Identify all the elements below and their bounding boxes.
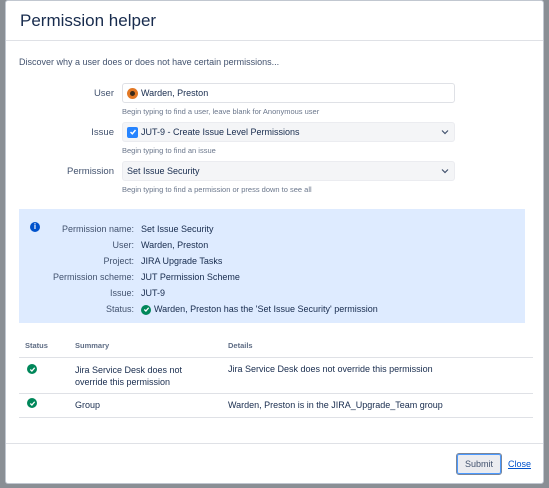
summary-cell: Jira Service Desk does not override this…	[75, 357, 228, 394]
permission-form: User Warden, Preston Begin typing to fin…	[19, 83, 525, 194]
project-key: Project:	[103, 256, 134, 266]
details-table: Status Summary Details Jira Service Desk…	[19, 335, 533, 418]
status-cell	[19, 393, 75, 418]
result-row: User: Warden, Preston	[19, 237, 525, 253]
dialog-header: Permission helper	[6, 1, 543, 41]
table-row: Jira Service Desk does not override this…	[19, 357, 533, 394]
chevron-down-icon	[441, 169, 449, 174]
issue-value: JUT-9 - Create Issue Level Permissions	[141, 127, 300, 137]
issue-label: Issue	[91, 127, 114, 138]
result-row: Permission name: Set Issue Security	[19, 221, 525, 237]
table-row: Group Warden, Preston is in the JIRA_Upg…	[19, 393, 533, 418]
table-header-row: Status Summary Details	[19, 335, 533, 358]
permission-helper-dialog: Permission helper Discover why a user do…	[5, 0, 544, 484]
user-field[interactable]: Warden, Preston	[122, 83, 455, 103]
issue-select[interactable]: JUT-9 - Create Issue Level Permissions	[122, 122, 455, 142]
result-row: Status: Warden, Preston has the 'Set Iss…	[19, 301, 525, 317]
details-cell: Jira Service Desk does not override this…	[228, 357, 533, 394]
issue-row: Issue JUT-9 - Create Issue Level Permiss…	[19, 122, 525, 155]
summary-column-header: Summary	[75, 335, 228, 358]
result-row: Project: JIRA Upgrade Tasks	[19, 253, 525, 269]
user-value: Warden, Preston	[141, 88, 209, 98]
check-circle-icon	[141, 304, 151, 315]
dialog-title: Permission helper	[20, 10, 157, 30]
issue-hint: Begin typing to find an issue	[122, 146, 216, 155]
check-circle-icon	[27, 398, 37, 408]
permission-name-value: Set Issue Security	[141, 224, 214, 234]
status-value: Warden, Preston has the 'Set Issue Secur…	[141, 301, 378, 317]
submit-button[interactable]: Submit	[455, 452, 502, 475]
permission-hint: Begin typing to find a permission or pre…	[122, 185, 312, 194]
check-circle-icon	[27, 364, 37, 374]
info-icon: i	[30, 222, 40, 232]
permission-value: Set Issue Security	[127, 166, 200, 176]
user-row: User Warden, Preston Begin typing to fin…	[19, 83, 525, 116]
permission-scheme-link[interactable]: JUT Permission Scheme	[141, 269, 240, 285]
task-checkbox-icon	[127, 126, 138, 138]
status-cell	[19, 357, 75, 394]
result-row: Permission scheme: JUT Permission Scheme	[19, 269, 525, 285]
summary-cell: Group	[75, 393, 228, 418]
permission-select[interactable]: Set Issue Security	[122, 161, 455, 181]
permission-row: Permission Set Issue Security Begin typi…	[19, 161, 525, 194]
issue-key: Issue:	[109, 288, 134, 298]
result-row: Issue: JUT-9	[19, 285, 525, 301]
details-column-header: Details	[228, 335, 533, 358]
chevron-down-icon	[441, 130, 449, 135]
intro-text: Discover why a user does or does not hav…	[19, 57, 280, 67]
details-cell: Warden, Preston is in the JIRA_Upgrade_T…	[228, 393, 533, 418]
user-avatar-icon	[127, 87, 138, 99]
dialog-footer: Submit Close	[6, 443, 543, 483]
status-key: Status:	[105, 304, 134, 314]
status-column-header: Status	[19, 335, 75, 358]
permission-label: Permission	[67, 166, 114, 177]
permission-scheme-key: Permission scheme:	[52, 272, 134, 282]
result-panel: i Permission name: Set Issue Security Us…	[19, 209, 525, 323]
close-link[interactable]: Close	[508, 459, 531, 469]
user-key: User:	[112, 240, 134, 250]
user-label: User	[93, 88, 114, 99]
issue-link[interactable]: JUT-9	[141, 285, 165, 301]
user-hint: Begin typing to find a user, leave blank…	[122, 107, 320, 116]
user-link[interactable]: Warden, Preston	[141, 237, 208, 253]
status-text: Warden, Preston has the 'Set Issue Secur…	[154, 304, 378, 314]
project-link[interactable]: JIRA Upgrade Tasks	[141, 253, 222, 269]
dialog-content: Discover why a user does or does not hav…	[6, 41, 543, 418]
